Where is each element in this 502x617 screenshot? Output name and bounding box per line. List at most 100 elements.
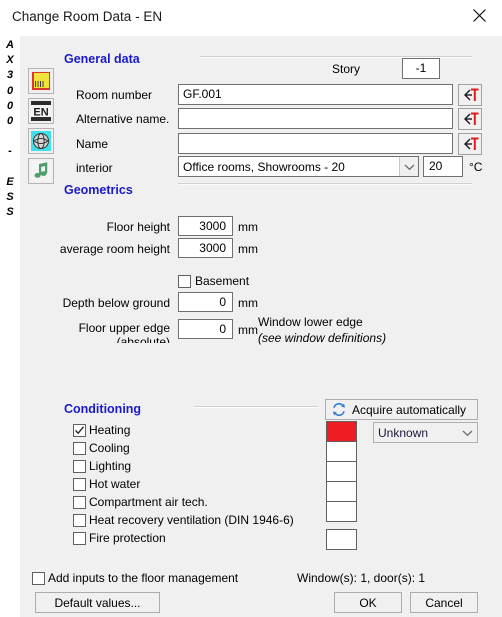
room-number-label: Room number [76, 88, 153, 102]
cooling-color-swatch[interactable] [326, 441, 357, 462]
fire-protection-label: Fire protection [89, 531, 166, 545]
svg-text:EN: EN [33, 107, 48, 119]
floor-upper-edge-label-line1: Floor upper edge [78, 321, 170, 335]
pick-text-icon [461, 111, 480, 127]
geometrics-heading: Geometrics [64, 183, 133, 197]
chevron-down-icon [399, 157, 418, 176]
room-number-pick-button[interactable] [458, 84, 482, 106]
floor-height-input[interactable]: 3000 [178, 216, 233, 236]
window-title: Change Room Data - EN [12, 9, 163, 24]
alternative-name-pick-button[interactable] [458, 108, 482, 130]
story-label: Story [332, 62, 361, 76]
lighting-label: Lighting [89, 459, 132, 473]
name-label: Name [76, 137, 109, 151]
interior-temperature-input[interactable]: 20 [423, 156, 463, 177]
tool-icon-strip: EN [28, 68, 58, 188]
window-door-count-label: Window(s): 1, door(s): 1 [297, 571, 426, 585]
alternative-name-input[interactable] [178, 108, 453, 129]
average-room-height-input[interactable]: 3000 [178, 238, 233, 258]
acquire-automatically-label: Acquire automatically [352, 402, 467, 417]
close-button[interactable] [456, 0, 502, 30]
name-pick-button[interactable] [458, 133, 482, 155]
conditioning-status-value: Unknown [378, 426, 429, 440]
floor-height-label: Floor height [106, 220, 170, 234]
rail-char: S [6, 191, 14, 204]
floor-upper-edge-label: Floor upper edge (absolute) [40, 321, 170, 343]
floor-upper-edge-label-line2: (absolute) [116, 335, 170, 343]
heating-label: Heating [89, 423, 131, 437]
rail-char: - [8, 145, 12, 158]
average-room-height-unit: mm [238, 242, 258, 256]
product-rail: A X 3 0 0 0 - E S S [0, 36, 20, 617]
change-room-data-dialog: Change Room Data - EN A X 3 0 0 0 - E S [0, 0, 502, 617]
basement-checkbox[interactable] [178, 275, 191, 288]
compartment-air-tech-color-swatch[interactable] [326, 501, 357, 522]
cooling-checkbox[interactable] [73, 442, 86, 455]
en-language-icon: EN [30, 100, 52, 122]
interior-type-value: Office rooms, Showrooms - 20 [183, 160, 345, 174]
music-note-icon [30, 160, 52, 182]
heating-checkbox[interactable] [73, 424, 86, 437]
floor-upper-edge-unit: mm [238, 323, 258, 337]
conditioning-divider [194, 406, 318, 408]
depth-below-ground-label: Depth below ground [62, 296, 170, 310]
rail-char: 3 [6, 69, 14, 82]
floor-upper-edge-input[interactable]: 0 [178, 319, 233, 339]
room-area-button[interactable] [28, 68, 54, 94]
globe-icon [30, 130, 52, 152]
compartment-air-tech-label: Compartment air tech. [89, 495, 208, 509]
add-inputs-checkbox[interactable] [32, 572, 45, 585]
rail-char: 0 [6, 99, 14, 112]
heat-recovery-ventilation-checkbox[interactable] [73, 514, 86, 527]
interior-type-select[interactable]: Office rooms, Showrooms - 20 [178, 156, 419, 177]
floor-height-unit: mm [238, 220, 258, 234]
heating-color-swatch[interactable] [326, 421, 357, 442]
depth-below-ground-unit: mm [238, 296, 258, 310]
rail-char: X [6, 54, 14, 67]
story-input[interactable]: -1 [402, 58, 440, 79]
fire-protection-color-swatch[interactable] [326, 529, 357, 550]
product-rail-text: A X 3 0 0 0 - E S S [0, 38, 20, 220]
room-area-icon [30, 70, 52, 92]
ok-button[interactable]: OK [334, 592, 402, 613]
cooling-label: Cooling [89, 441, 130, 455]
language-en-button[interactable]: EN [28, 98, 54, 124]
globe-button[interactable] [28, 128, 54, 154]
rail-char: 0 [6, 115, 14, 128]
rail-char [0, 129, 20, 144]
pick-text-icon [461, 136, 480, 152]
rail-char: A [6, 39, 14, 51]
depth-below-ground-input[interactable]: 0 [178, 292, 233, 312]
title-bar: Change Room Data - EN [0, 0, 502, 36]
lighting-color-swatch[interactable] [326, 461, 357, 482]
room-number-input[interactable]: GF.001 [178, 84, 453, 105]
name-input[interactable] [178, 133, 453, 154]
cancel-button[interactable]: Cancel [410, 592, 478, 613]
acoustics-button[interactable] [28, 158, 54, 184]
refresh-icon [330, 401, 347, 418]
interior-label: interior [76, 161, 113, 175]
lighting-checkbox[interactable] [73, 460, 86, 473]
geometrics-divider [178, 183, 472, 185]
compartment-air-tech-checkbox[interactable] [73, 496, 86, 509]
conditioning-status-select[interactable]: Unknown [373, 422, 478, 443]
hot-water-checkbox[interactable] [73, 478, 86, 491]
window-lower-edge-title: Window lower edge [258, 315, 363, 329]
default-values-button[interactable]: Default values... [35, 592, 160, 613]
fire-protection-checkbox[interactable] [73, 532, 86, 545]
acquire-automatically-button[interactable]: Acquire automatically [325, 399, 478, 420]
chevron-down-icon [458, 423, 477, 442]
heat-recovery-ventilation-label: Heat recovery ventilation (DIN 1946-6) [89, 513, 294, 527]
pick-text-icon [461, 87, 480, 103]
rail-char: 0 [6, 84, 14, 97]
add-inputs-label: Add inputs to the floor management [48, 571, 239, 585]
rail-char: S [6, 206, 14, 219]
alternative-name-label: Alternative name. [76, 112, 170, 126]
general-data-heading: General data [64, 52, 140, 66]
rail-char: E [6, 175, 14, 188]
rail-char [0, 160, 20, 175]
close-icon [472, 8, 486, 22]
average-room-height-label: average room height [59, 242, 170, 256]
hot-water-color-swatch[interactable] [326, 481, 357, 502]
hot-water-label: Hot water [89, 477, 141, 491]
